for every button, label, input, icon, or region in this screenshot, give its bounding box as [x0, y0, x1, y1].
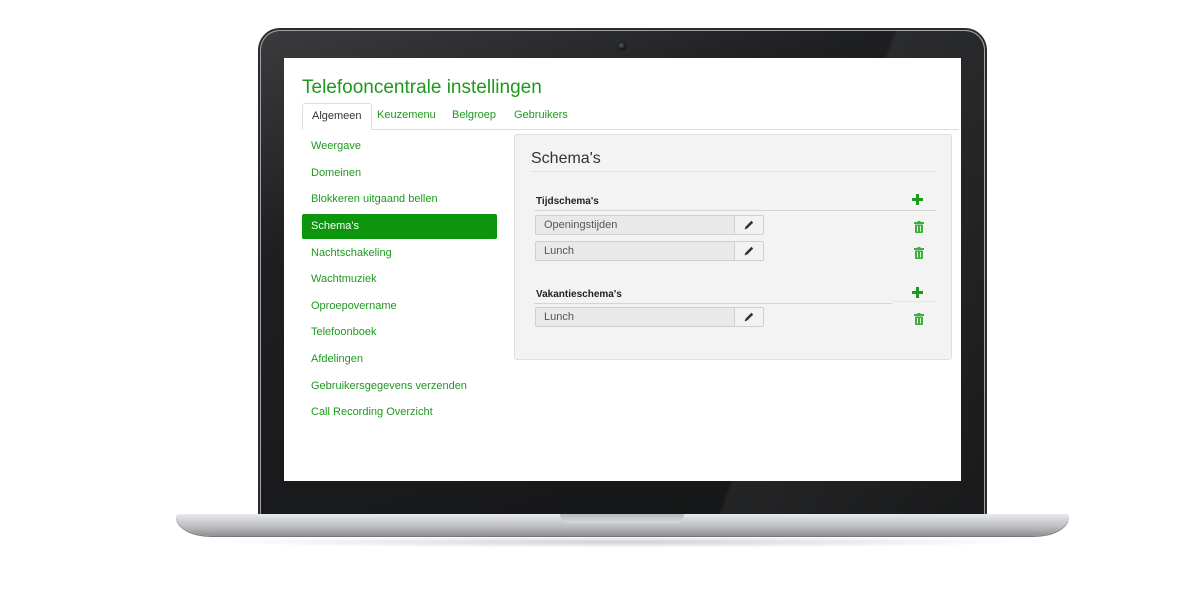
camera-icon [617, 41, 627, 51]
divider [892, 301, 936, 302]
trash-icon [914, 247, 924, 259]
sidebar-item-schemas[interactable]: Schema's [302, 214, 497, 239]
divider [534, 303, 892, 304]
pencil-icon [744, 312, 754, 322]
divider [534, 210, 936, 211]
schema-name: Lunch [544, 245, 574, 257]
laptop-shadow [210, 536, 1035, 548]
edit-button[interactable] [734, 308, 763, 326]
schema-row-openingstijden: Openingstijden [535, 215, 764, 235]
tab-algemeen[interactable]: Algemeen [302, 103, 372, 130]
sidebar-item-wachtmuziek[interactable]: Wachtmuziek [302, 267, 497, 292]
sidebar-item-weergave[interactable]: Weergave [302, 134, 497, 159]
edit-button[interactable] [734, 242, 763, 260]
schema-name: Openingstijden [544, 219, 618, 231]
delete-button[interactable] [914, 246, 924, 264]
sidebar-item-blokkeren[interactable]: Blokkeren uitgaand bellen [302, 187, 497, 212]
page-title: Telefooncentrale instellingen [302, 77, 542, 98]
schema-row-lunch: Lunch [535, 241, 764, 261]
delete-button[interactable] [914, 312, 924, 330]
panel-title: Schema's [531, 150, 601, 167]
laptop-screen: Telefooncentrale instellingen Algemeen K… [284, 58, 961, 481]
schemas-panel: Schema's Tijdschema's Openingstijden Lun… [514, 134, 952, 360]
pencil-icon [744, 246, 754, 256]
plus-icon [912, 287, 923, 298]
sidebar-item-nachtschakeling[interactable]: Nachtschakeling [302, 241, 497, 266]
sidebar-item-call-recording[interactable]: Call Recording Overzicht [302, 400, 497, 425]
edit-button[interactable] [734, 216, 763, 234]
schema-name: Lunch [544, 311, 574, 323]
delete-button[interactable] [914, 220, 924, 238]
sidebar-item-afdelingen[interactable]: Afdelingen [302, 347, 497, 372]
sidebar-item-telefoonboek[interactable]: Telefoonboek [302, 320, 497, 345]
pencil-icon [744, 220, 754, 230]
section-label-vakantieschemas: Vakantieschema's [536, 289, 622, 300]
sidebar-item-oproepovername[interactable]: Oproepovername [302, 294, 497, 319]
tab-belgroep[interactable]: Belgroep [443, 103, 505, 128]
schema-row-lunch: Lunch [535, 307, 764, 327]
divider [531, 171, 936, 172]
add-tijdschema-button[interactable] [912, 192, 923, 210]
plus-icon [912, 194, 923, 205]
sidebar-item-domeinen[interactable]: Domeinen [302, 161, 497, 186]
tab-keuzemenu[interactable]: Keuzemenu [368, 103, 445, 128]
trash-icon [914, 313, 924, 325]
trash-icon [914, 221, 924, 233]
section-label-tijdschemas: Tijdschema's [536, 196, 599, 207]
sidebar-item-gebruikersgegevens[interactable]: Gebruikersgegevens verzenden [302, 374, 497, 399]
tab-gebruikers[interactable]: Gebruikers [505, 103, 577, 128]
tab-bar: Algemeen Keuzemenu Belgroep Gebruikers [302, 103, 959, 130]
laptop-notch [560, 514, 684, 523]
